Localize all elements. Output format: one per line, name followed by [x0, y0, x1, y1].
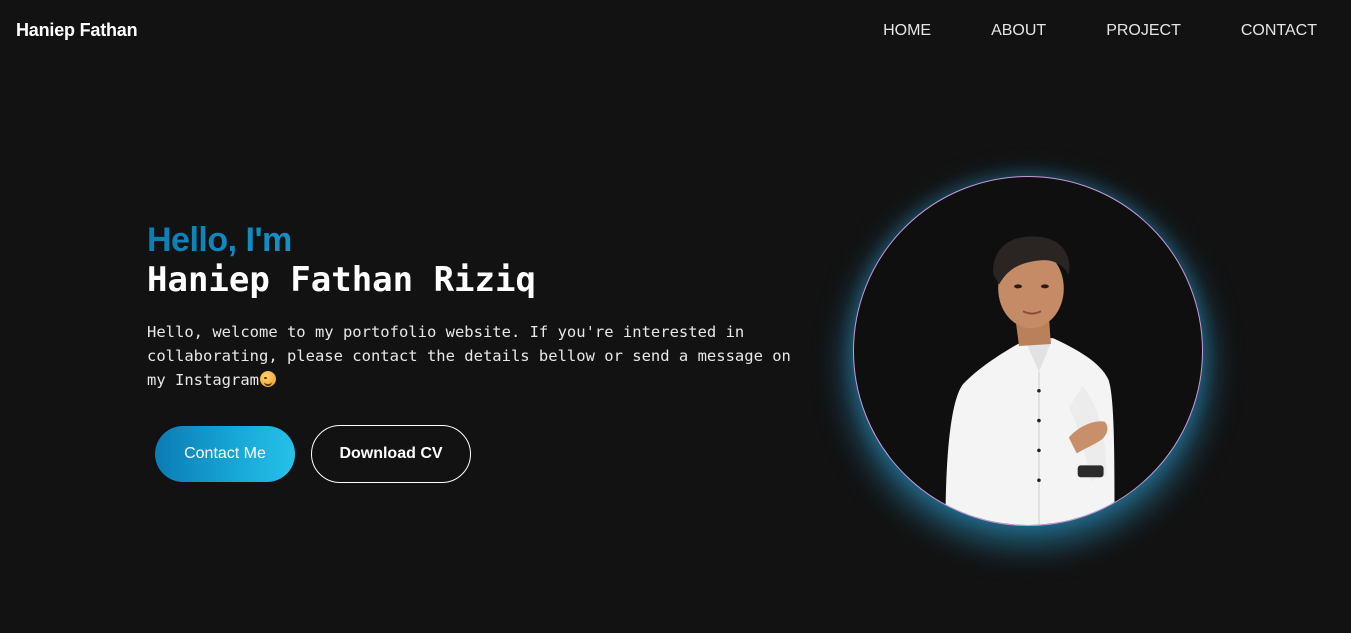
download-cv-button[interactable]: Download CV — [311, 425, 471, 483]
brand-logo-text[interactable]: Haniep Fathan — [16, 20, 138, 41]
winking-face-emoji-icon — [259, 371, 276, 387]
hero-intro-text: Hello, welcome to my portofolio website.… — [147, 323, 791, 389]
main-nav: HOME ABOUT PROJECT CONTACT — [883, 22, 1317, 40]
profile-photo-illustration — [945, 236, 1115, 525]
nav-project[interactable]: PROJECT — [1106, 22, 1181, 40]
nav-about[interactable]: ABOUT — [991, 22, 1046, 40]
profile-photo — [853, 176, 1203, 526]
hero-greeting: Hello, I'm — [147, 220, 807, 260]
hero-buttons: Contact Me Download CV — [155, 425, 471, 483]
hero-section: Hello, I'm Haniep Fathan Riziq Hello, we… — [147, 220, 807, 392]
hero-intro: Hello, welcome to my portofolio website.… — [147, 320, 797, 392]
hero-name: Haniep Fathan Riziq — [147, 260, 536, 300]
nav-contact[interactable]: CONTACT — [1241, 22, 1317, 40]
nav-home[interactable]: HOME — [883, 22, 931, 40]
contact-me-button[interactable]: Contact Me — [155, 426, 295, 482]
